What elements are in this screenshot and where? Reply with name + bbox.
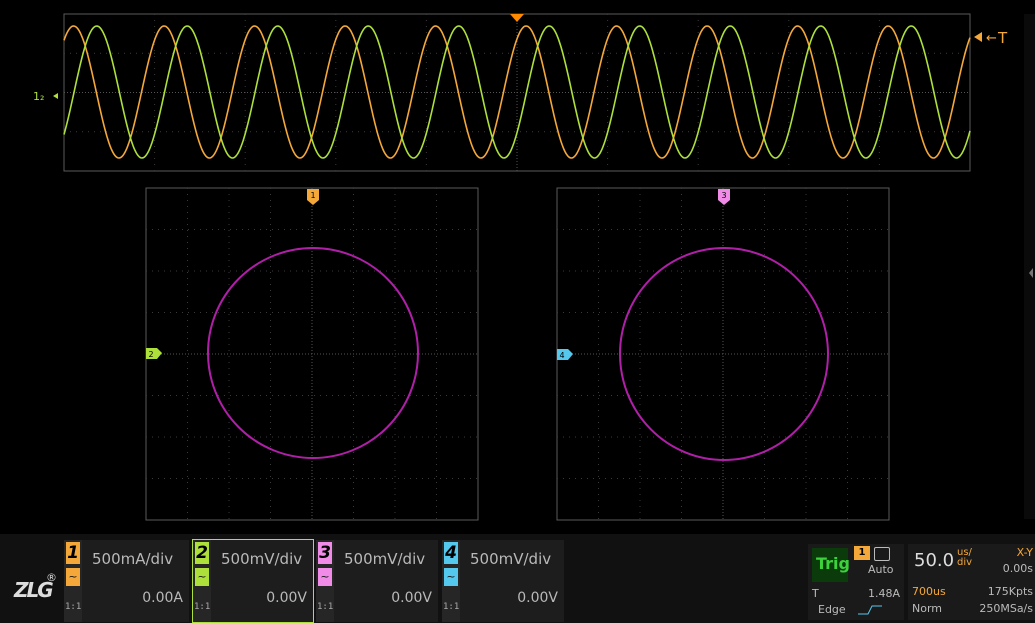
channel-4-panel[interactable]: 4 ~ 1:1 500mV/div 0.00V [442,540,564,622]
scope-screen: ← T 1₂ 1 2 3 4 [33,13,1035,521]
sample-rate: 250MSa/s [979,602,1033,615]
channel-1-offset: 0.00A [142,590,183,606]
ac-wave-icon: ~ [195,568,209,586]
channel-3-panel[interactable]: 3 ~ 1:1 500mV/div 0.00V [316,540,438,622]
channel-2-probe: 1:1 [194,602,211,612]
channel-3-number: 3 [318,542,332,564]
channel-2-scale: 500mV/div [221,550,303,568]
trigger-panel[interactable]: Trig 1 Auto T 1.48A Edge [808,544,904,620]
channel-4-probe: 1:1 [443,602,460,612]
trigger-type: Edge [818,603,846,616]
channel-4-number: 4 [444,542,458,564]
timebase-value: 50.0 [914,550,955,571]
trigger-type-short: T [812,587,819,600]
timebase-unit-bottom: div [957,557,973,568]
svg-text:3: 3 [721,191,726,200]
channel-1-probe: 1:1 [65,602,82,612]
display-mode: X-Y [1016,546,1033,559]
timebase-panel[interactable]: 50.0 us/ div X-Y 0.00s 700us 175Kpts Nor… [908,544,1035,620]
svg-text:←: ← [986,31,997,46]
channel-1-panel[interactable]: 1 ~ 1:1 500mA/div 0.00A [64,540,189,622]
svg-text:1: 1 [310,191,315,200]
trigger-mode: Auto [868,563,894,576]
channel-2-offset: 0.00V [266,590,307,606]
memory-depth: 175Kpts [987,585,1033,598]
side-menu-handle[interactable] [1024,14,1035,519]
channel-2-number: 2 [195,542,209,564]
trigger-source-badge: 1 [854,546,870,560]
ac-wave-icon: ~ [66,568,80,586]
ac-wave-icon: ~ [444,568,458,586]
rising-edge-icon [858,605,882,615]
overview-channel-marker[interactable]: 1₂ [33,90,58,103]
svg-text:4: 4 [559,351,564,360]
channel-3-scale: 500mV/div [344,550,426,568]
horizontal-delay: 0.00s [1002,562,1033,575]
time-span: 700us [912,585,946,598]
channel-2-panel[interactable]: 2 ~ 1:1 500mV/div 0.00V [192,539,314,623]
channel-1-scale: 500mA/div [92,550,174,568]
channel-4-offset: 0.00V [517,590,558,606]
trigger-level: 1.48A [868,587,901,600]
ac-wave-icon: ~ [318,568,332,586]
channel-3-offset: 0.00V [391,590,432,606]
trigger-label: T [997,29,1008,47]
channel-1-number: 1 [66,542,80,564]
keyboard-icon [874,547,890,561]
registered-mark: ® [46,571,57,584]
trigger-title: Trig [816,554,850,573]
channel-4-scale: 500mV/div [470,550,552,568]
channel-3-probe: 1:1 [317,602,334,612]
acquisition-mode: Norm [912,602,943,615]
svg-text:1₂: 1₂ [33,90,44,103]
svg-text:2: 2 [148,350,153,359]
trigger-level-marker[interactable]: ← T [974,29,1008,47]
